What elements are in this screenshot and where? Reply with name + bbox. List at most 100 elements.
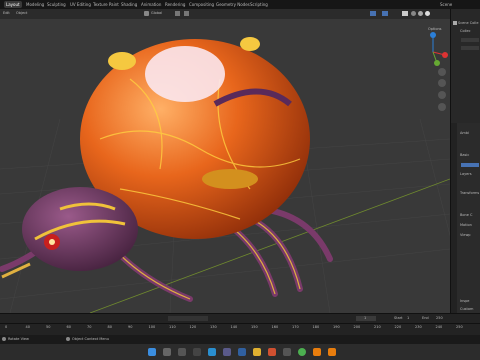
end-label: End: [422, 316, 429, 320]
store-icon[interactable]: [223, 348, 231, 356]
app-icon[interactable]: [268, 348, 276, 356]
pan-hand-icon[interactable]: [438, 79, 446, 87]
mail-icon[interactable]: [238, 348, 246, 356]
object-menu[interactable]: Object: [16, 11, 27, 15]
props-item-viewp[interactable]: Viewp: [460, 233, 471, 237]
body-bump-left: [108, 52, 136, 70]
files-icon[interactable]: [193, 348, 201, 356]
body-bump: [240, 37, 260, 51]
xray-icon[interactable]: [402, 11, 408, 16]
visibility-icon[interactable]: [370, 11, 376, 16]
tab-uv-editing[interactable]: UV Editing: [70, 1, 91, 8]
timeline-tick-label: 40: [25, 325, 30, 329]
camera-icon[interactable]: [438, 91, 446, 99]
blender2-icon[interactable]: [328, 348, 336, 356]
status-left: Rotate View: [8, 337, 29, 341]
timeline-tick-label: 220: [394, 325, 402, 329]
chrome-icon[interactable]: [298, 348, 306, 356]
timeline-tick-label: 80: [107, 325, 112, 329]
tab-modeling[interactable]: Modeling: [26, 1, 44, 8]
mouse-right-icon: [66, 337, 70, 341]
tab-sculpting[interactable]: Sculpting: [47, 1, 66, 8]
body-patch: [202, 169, 258, 189]
playback-controls[interactable]: [168, 316, 208, 321]
scene-collection-item[interactable]: Scene Colle: [458, 21, 478, 25]
scene-selector[interactable]: Scene: [440, 1, 452, 8]
timeline-tick-label: 180: [312, 325, 320, 329]
tab-geometry-nodes[interactable]: Geometry Nodes: [216, 1, 250, 8]
timeline-tick-label: 50: [46, 325, 51, 329]
tab-scripting[interactable]: Scripting: [250, 1, 268, 8]
start-value[interactable]: 1: [407, 316, 409, 320]
overlay-icon[interactable]: [382, 11, 388, 16]
search-icon[interactable]: [163, 348, 171, 356]
collection-item[interactable]: Collec: [460, 29, 471, 33]
props-item-transforms[interactable]: Transforms: [460, 191, 479, 195]
props-item-layers[interactable]: Layers: [460, 172, 472, 176]
transform-orientation-icon: [144, 11, 149, 16]
timeline-tick-label: 110: [169, 325, 176, 329]
orientation-dropdown[interactable]: Global: [151, 11, 162, 15]
3d-viewport[interactable]: Options: [0, 19, 450, 313]
collection-icon: [453, 21, 457, 25]
grid-view-icon[interactable]: [438, 103, 446, 111]
shading-material-icon[interactable]: [418, 11, 423, 16]
props-item-custom[interactable]: Custom: [460, 307, 473, 311]
timeline-tick-label: 70: [87, 325, 92, 329]
navigation-gizmo: [430, 32, 448, 66]
outliner-row[interactable]: [461, 46, 479, 50]
props-item-basic[interactable]: Basic: [460, 153, 469, 157]
tab-compositing[interactable]: Compositing: [189, 1, 214, 8]
status-bar: Rotate View Object Context Menu: [0, 335, 480, 344]
status-right: Object Context Menu: [72, 337, 109, 341]
timeline-tick-label: 230: [415, 325, 422, 329]
timeline-ruler[interactable]: 0 40 50 60 70 80 90 100 110 120 130 140 150 160 170 180…: [0, 324, 480, 334]
snap-icon[interactable]: [184, 11, 189, 16]
timeline-tick-label: 200: [353, 325, 361, 329]
props-item-ambi[interactable]: Ambi: [460, 131, 469, 135]
mouse-icon: [2, 337, 6, 341]
body-highlight: [145, 46, 225, 102]
edge-icon[interactable]: [208, 348, 216, 356]
current-frame-value: 1: [364, 316, 367, 320]
tab-texture-paint[interactable]: Texture Paint: [93, 1, 119, 8]
timeline-tick-label: 190: [333, 325, 340, 329]
props-item-motion[interactable]: Motion: [460, 223, 472, 227]
outliner-row[interactable]: [461, 38, 479, 42]
viewport-header: Edit Object Global: [0, 9, 450, 19]
properties-panel: Ambi Basic Layers Transforms Bone C Moti…: [450, 123, 480, 313]
selected-field[interactable]: [461, 163, 479, 167]
shading-solid-icon[interactable]: [411, 11, 416, 16]
tab-rendering[interactable]: Rendering: [165, 1, 185, 8]
tab-layout[interactable]: Layout: [4, 1, 22, 8]
timeline-tick-label: 90: [128, 325, 133, 329]
options-dropdown[interactable]: Options: [428, 27, 442, 31]
timeline-tick-label: 240: [435, 325, 443, 329]
timeline-tick-label: 60: [66, 325, 71, 329]
app2-icon[interactable]: [283, 348, 291, 356]
taskview-icon[interactable]: [178, 348, 186, 356]
top-menu-bar: Layout Modeling Sculpting UV Editing Tex…: [0, 0, 480, 9]
end-value[interactable]: 250: [436, 316, 443, 320]
tab-animation[interactable]: Animation: [141, 1, 161, 8]
timeline-tick-label: 120: [189, 325, 197, 329]
outliner-panel: Scene Colle Collec: [450, 9, 480, 123]
tab-shading[interactable]: Shading: [121, 1, 137, 8]
blender-icon[interactable]: [313, 348, 321, 356]
start-icon[interactable]: [148, 348, 156, 356]
timeline-tick-label: 170: [292, 325, 299, 329]
properties-tab-column: [451, 123, 457, 313]
props-item-inspe[interactable]: Inspe: [460, 299, 469, 303]
timeline-tick-label: 100: [148, 325, 156, 329]
timeline-tick-label: 150: [251, 325, 258, 329]
folder-icon[interactable]: [253, 348, 261, 356]
timeline-tick-label: 130: [210, 325, 217, 329]
props-item-bone-c[interactable]: Bone C: [460, 213, 472, 217]
zoom-icon[interactable]: [438, 68, 446, 76]
edit-menu[interactable]: Edit: [3, 11, 10, 15]
windows-taskbar: [0, 344, 480, 360]
timeline-tick-label: 160: [271, 325, 279, 329]
pivot-icon[interactable]: [175, 11, 180, 16]
timeline-tick-label: 250: [456, 325, 463, 329]
shading-rendered-icon[interactable]: [425, 11, 430, 16]
